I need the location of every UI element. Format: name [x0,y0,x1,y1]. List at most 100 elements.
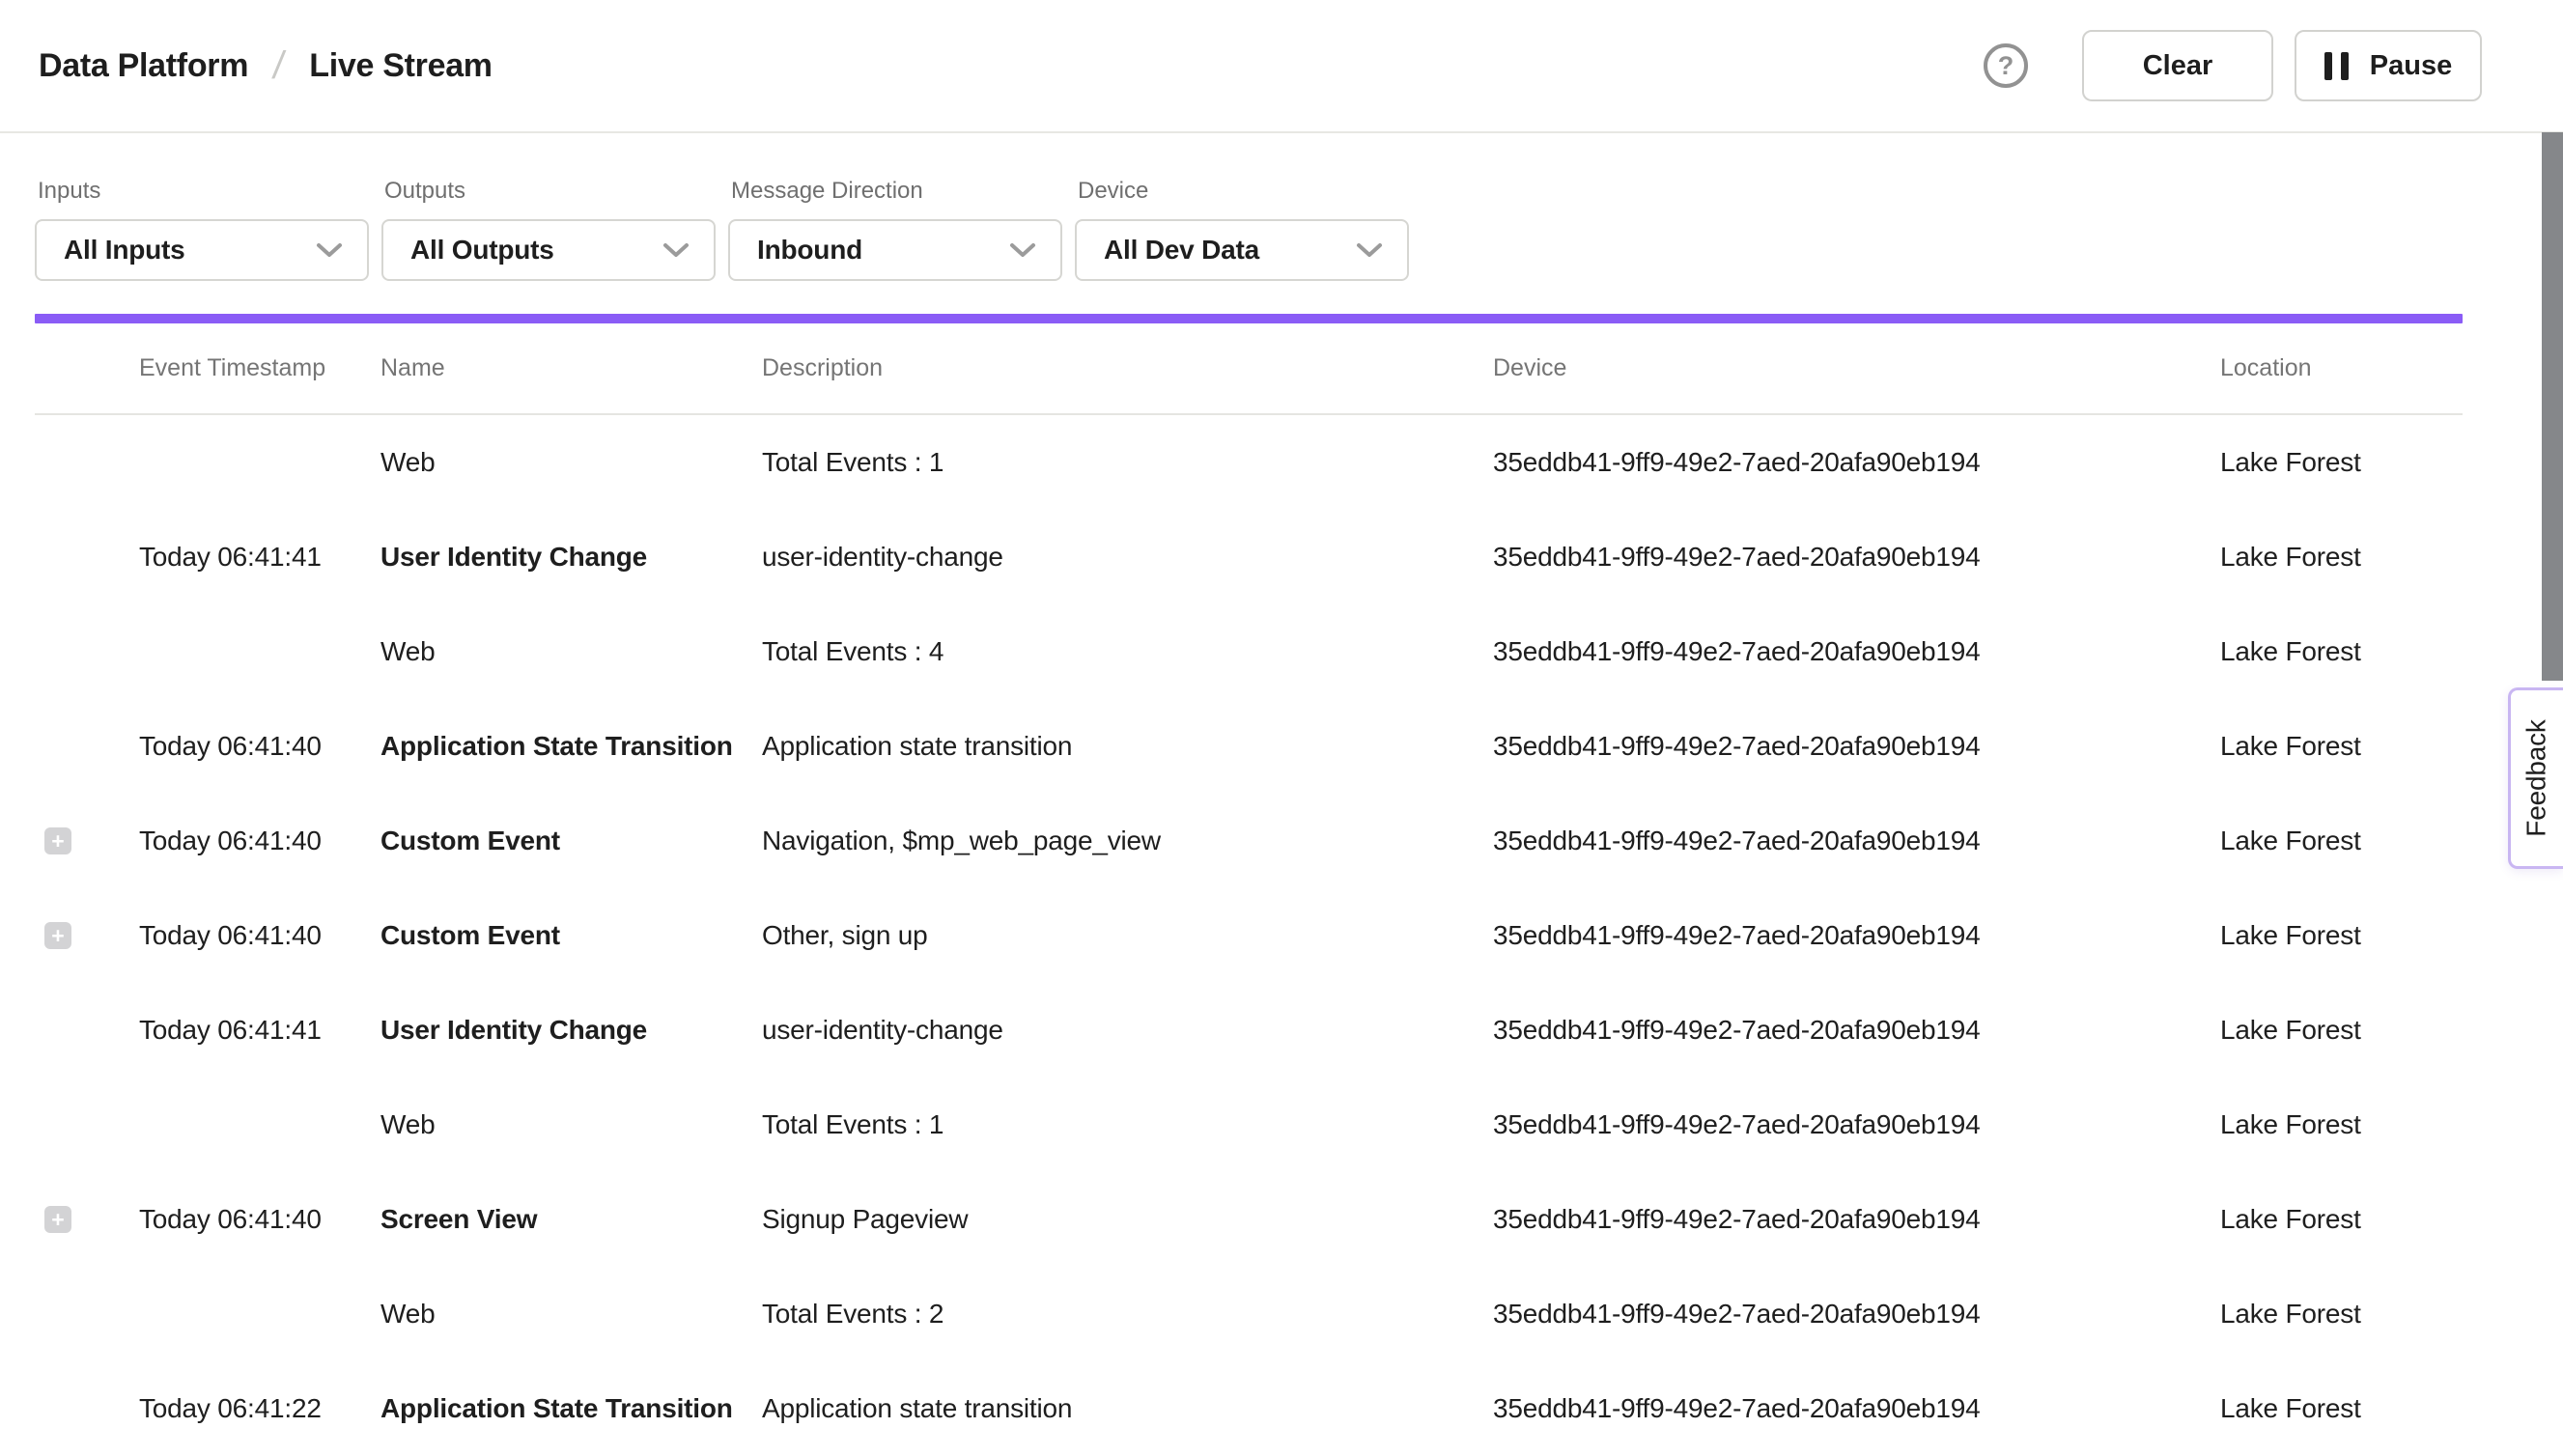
event-description: Application state transition [762,1393,1493,1424]
event-device-id: 35eddb41-9ff9-49e2-7aed-20afa90eb194 [1493,731,2220,762]
vertical-scrollbar-thumb[interactable] [2542,132,2563,681]
expand-cell: + [35,1395,139,1422]
event-name: Screen View [380,1204,762,1235]
event-name: Web [380,1299,762,1330]
event-name: Application State Transition [380,1393,762,1424]
event-description: user-identity-change [762,1015,1493,1046]
event-row[interactable]: + Today 06:41:40 Custom Event Other, sig… [35,888,2463,983]
expand-plus-icon[interactable]: + [44,922,71,949]
filter-device-label: Device [1078,178,1409,205]
event-row[interactable]: + Today 06:41:41 User Identity Change us… [35,983,2463,1078]
event-device-id: 35eddb41-9ff9-49e2-7aed-20afa90eb194 [1493,1393,2220,1424]
top-bar: Data Platform / Live Stream ? Clear Paus… [0,0,2563,133]
event-row[interactable]: + Today 06:41:22 Application State Trans… [35,1361,2463,1456]
filter-inputs-label: Inputs [38,178,369,205]
filter-message-direction: Message Direction Inbound [728,178,1062,281]
event-timestamp: Today 06:41:41 [139,542,380,573]
event-location: Lake Forest [2220,1109,2463,1140]
event-row[interactable]: + Web Total Events : 1 35eddb41-9ff9-49e… [35,415,2463,510]
expand-cell: + [35,638,139,665]
device-select[interactable]: All Dev Data [1075,219,1409,281]
event-timestamp: Today 06:41:40 [139,1204,380,1235]
event-device-id: 35eddb41-9ff9-49e2-7aed-20afa90eb194 [1493,542,2220,573]
event-location: Lake Forest [2220,1299,2463,1330]
filter-message-direction-label: Message Direction [731,178,1062,205]
pause-button[interactable]: Pause [2295,30,2482,101]
event-name: Custom Event [380,920,762,951]
column-event-timestamp: Event Timestamp [139,354,380,382]
event-location: Lake Forest [2220,1204,2463,1235]
event-timestamp: Today 06:41:40 [139,920,380,951]
event-device-id: 35eddb41-9ff9-49e2-7aed-20afa90eb194 [1493,1109,2220,1140]
message-direction-select[interactable]: Inbound [728,219,1062,281]
expand-cell: + [35,1017,139,1044]
expand-plus-icon[interactable]: + [44,827,71,854]
event-timestamp: Today 06:41:22 [139,1393,380,1424]
expand-cell: + [35,1206,139,1233]
inputs-select-value: All Inputs [64,235,315,266]
event-description: Total Events : 1 [762,1109,1493,1140]
chevron-down-icon [315,240,344,260]
filter-outputs-label: Outputs [384,178,716,205]
event-location: Lake Forest [2220,731,2463,762]
clear-button[interactable]: Clear [2082,30,2273,101]
event-row[interactable]: + Web Total Events : 4 35eddb41-9ff9-49e… [35,604,2463,699]
live-stream-accent-bar [35,314,2463,323]
event-location: Lake Forest [2220,920,2463,951]
expand-cell: + [35,733,139,760]
device-select-value: All Dev Data [1104,235,1355,266]
event-row[interactable]: + Today 06:41:40 Application State Trans… [35,699,2463,794]
chevron-down-icon [662,240,690,260]
help-icon[interactable]: ? [1984,43,2028,88]
expand-cell: + [35,449,139,476]
column-name: Name [380,354,762,382]
outputs-select-value: All Outputs [410,235,662,266]
event-row[interactable]: + Web Total Events : 1 35eddb41-9ff9-49e… [35,1078,2463,1172]
event-description: Application state transition [762,731,1493,762]
column-device: Device [1493,354,2220,382]
breadcrumb-data-platform[interactable]: Data Platform [39,47,248,85]
column-description: Description [762,354,1493,382]
event-description: Navigation, $mp_web_page_view [762,826,1493,856]
filter-inputs: Inputs All Inputs [35,178,369,281]
feedback-tab[interactable]: Feedback [2508,687,2563,869]
event-row[interactable]: + Today 06:41:40 Screen View Signup Page… [35,1172,2463,1267]
event-device-id: 35eddb41-9ff9-49e2-7aed-20afa90eb194 [1493,636,2220,667]
inputs-select[interactable]: All Inputs [35,219,369,281]
page-title: Live Stream [309,47,492,85]
message-direction-select-value: Inbound [757,235,1008,266]
event-name: Custom Event [380,826,762,856]
event-location: Lake Forest [2220,636,2463,667]
event-row[interactable]: + Today 06:41:40 Custom Event Navigation… [35,794,2463,888]
event-location: Lake Forest [2220,826,2463,856]
event-device-id: 35eddb41-9ff9-49e2-7aed-20afa90eb194 [1493,1204,2220,1235]
event-description: Total Events : 1 [762,447,1493,478]
event-description: Signup Pageview [762,1204,1493,1235]
event-name: Web [380,636,762,667]
event-location: Lake Forest [2220,1015,2463,1046]
expand-cell: + [35,544,139,571]
event-device-id: 35eddb41-9ff9-49e2-7aed-20afa90eb194 [1493,1299,2220,1330]
event-name: User Identity Change [380,1015,762,1046]
column-location: Location [2220,354,2463,382]
expand-cell: + [35,1111,139,1138]
expand-cell: + [35,922,139,949]
event-row[interactable]: + Today 06:41:41 User Identity Change us… [35,510,2463,604]
event-description: user-identity-change [762,542,1493,573]
expand-plus-icon[interactable]: + [44,1206,71,1233]
breadcrumb: Data Platform / Live Stream [39,44,493,88]
event-row[interactable]: + Web Total Events : 2 35eddb41-9ff9-49e… [35,1267,2463,1361]
event-timestamp: Today 06:41:41 [139,1015,380,1046]
pause-button-label: Pause [2370,50,2452,82]
event-description: Total Events : 2 [762,1299,1493,1330]
clear-button-label: Clear [2143,50,2213,82]
event-table-body: + Web Total Events : 1 35eddb41-9ff9-49e… [0,415,2563,1456]
breadcrumb-separator: / [270,44,287,88]
event-description: Total Events : 4 [762,636,1493,667]
event-device-id: 35eddb41-9ff9-49e2-7aed-20afa90eb194 [1493,826,2220,856]
event-device-id: 35eddb41-9ff9-49e2-7aed-20afa90eb194 [1493,447,2220,478]
event-timestamp: Today 06:41:40 [139,826,380,856]
outputs-select[interactable]: All Outputs [381,219,716,281]
feedback-tab-label: Feedback [2521,719,2552,836]
event-table-header: Event Timestamp Name Description Device … [35,323,2463,415]
